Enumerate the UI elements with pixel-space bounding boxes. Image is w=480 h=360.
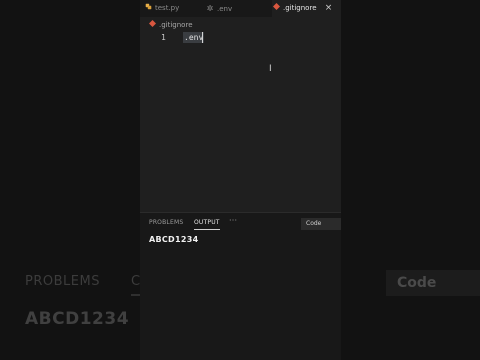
- tab-label: test.py: [155, 4, 180, 12]
- editor-line[interactable]: 1 .env: [140, 32, 341, 43]
- python-icon: [144, 0, 152, 17]
- mouse-ibeam-icon: I: [269, 64, 272, 74]
- background-problems-label: PROBLEMS: [25, 274, 100, 289]
- tab-gitignore[interactable]: .gitignore ×: [272, 0, 341, 17]
- breadcrumb-label: .gitignore: [159, 21, 193, 29]
- tab-label: .env: [217, 5, 233, 13]
- more-actions-icon[interactable]: ···: [229, 216, 237, 225]
- output-channel-select[interactable]: Code: [301, 218, 341, 230]
- git-icon: [272, 0, 280, 17]
- background-output-label: C: [131, 274, 141, 289]
- close-icon[interactable]: ×: [325, 3, 333, 13]
- line-number: 1: [161, 33, 166, 42]
- tab-label: .gitignore: [283, 4, 317, 12]
- tab-output[interactable]: OUTPUT: [194, 219, 220, 226]
- tab-test-py[interactable]: test.py: [144, 0, 206, 17]
- tab-bar: test.py ✲ .env .gitignore ×: [140, 0, 341, 17]
- background-channel-label: Code: [386, 270, 480, 296]
- bottom-panel: PROBLEMS OUTPUT ··· Code ABCD1234: [140, 212, 341, 360]
- background-output-text: ABCD1234: [25, 309, 130, 329]
- git-icon: [148, 20, 156, 29]
- output-text: ABCD1234: [149, 235, 199, 244]
- text-cursor: [202, 32, 203, 43]
- breadcrumb[interactable]: .gitignore: [148, 20, 193, 29]
- gear-icon: ✲: [206, 4, 214, 13]
- tab-problems[interactable]: PROBLEMS: [149, 219, 183, 226]
- active-tab-underline: [194, 229, 220, 230]
- tab-env[interactable]: ✲ .env: [206, 0, 272, 17]
- editor-window: test.py ✲ .env .gitignore × .gitignore 1 …: [140, 0, 341, 360]
